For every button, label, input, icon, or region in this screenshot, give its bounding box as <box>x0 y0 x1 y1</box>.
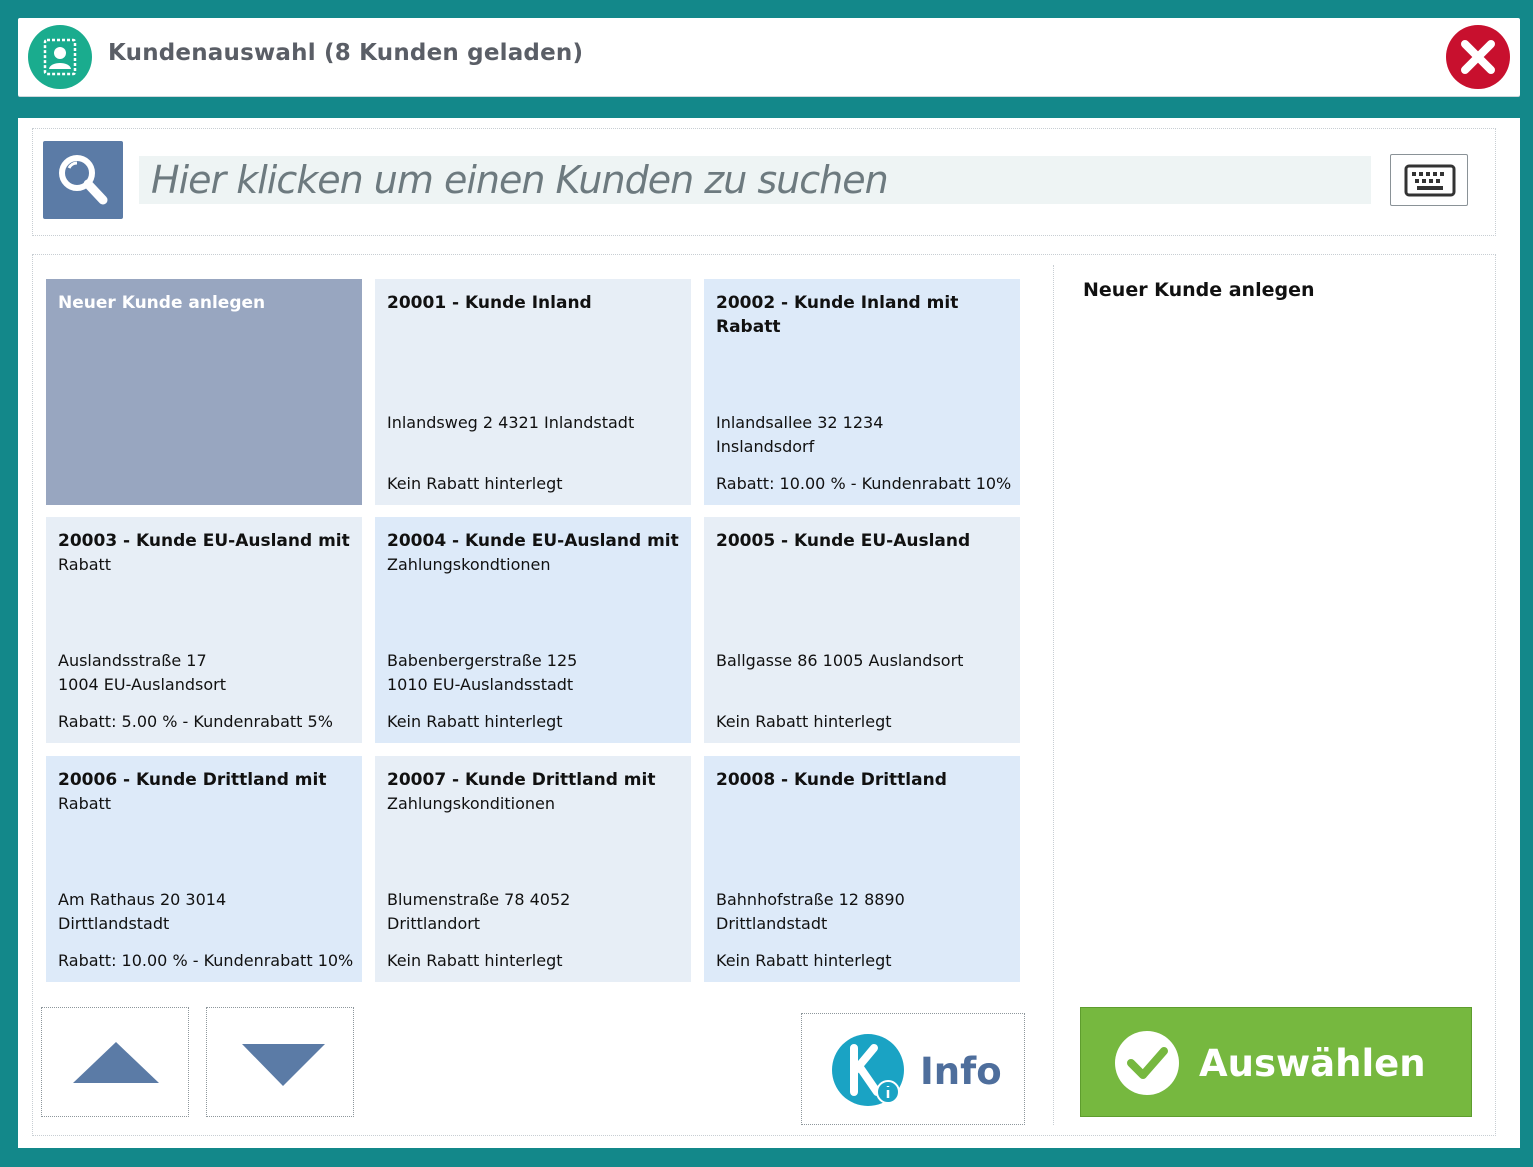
tile-title: 20002 - Kunde Inland mit Rabatt <box>716 293 959 337</box>
new-customer-tile[interactable]: Neuer Kunde anlegen <box>46 279 362 505</box>
scroll-down-button[interactable] <box>206 1007 354 1117</box>
tile-title: 20006 - Kunde Drittland mit <box>58 770 327 790</box>
tile-title-continued: Zahlungskondtionen <box>387 555 551 574</box>
tile-discount: Kein Rabatt hinterlegt <box>387 712 563 731</box>
customer-tile[interactable]: 20007 - Kunde Drittland mit Zahlungskond… <box>375 756 691 982</box>
keyboard-button[interactable] <box>1390 154 1468 206</box>
tile-address: Blumenstraße 78 4052 Drittlandort <box>387 890 571 933</box>
tile-address: Am Rathaus 20 3014 Dirttlandstadt <box>58 890 227 933</box>
search-input[interactable] <box>139 156 1371 204</box>
customer-tile[interactable]: 20005 - Kunde EU-Ausland Ballgasse 86 10… <box>704 517 1020 743</box>
tile-address: Inlandsallee 32 1234 Inslandsdorf <box>716 413 884 456</box>
tile-title: 20007 - Kunde Drittland mit <box>387 770 656 790</box>
customer-tile[interactable]: 20006 - Kunde Drittland mit Rabatt Am Ra… <box>46 756 362 982</box>
customer-tile[interactable]: 20001 - Kunde Inland Inlandsweg 2 4321 I… <box>375 279 691 505</box>
tile-discount: Rabatt: 10.00 % - Kundenrabatt 10% <box>58 951 354 970</box>
tile-title: 20003 - Kunde EU-Ausland mit <box>58 531 350 551</box>
window-title: Kundenauswahl (8 Kunden geladen) <box>108 40 584 66</box>
tile-address: Auslandsstraße 17 1004 EU-Auslandsort <box>58 651 226 694</box>
tile-address: Inlandsweg 2 4321 Inlandstadt <box>387 413 635 432</box>
scroll-up-button[interactable] <box>41 1007 189 1117</box>
tile-title-continued: Rabatt <box>58 555 112 574</box>
tile-title: 20008 - Kunde Drittland <box>716 770 947 790</box>
info-label: Info <box>920 1050 1002 1093</box>
info-button[interactable]: Info <box>801 1013 1025 1125</box>
tile-discount: Rabatt: 10.00 % - Kundenrabatt 10% <box>716 474 1012 493</box>
tile-discount: Kein Rabatt hinterlegt <box>387 951 563 970</box>
select-button[interactable]: Auswählen <box>1080 1007 1472 1117</box>
customer-list-area: Neuer Kunde anlegen 20001 - Kunde Inland… <box>32 254 1496 1136</box>
tile-address: Ballgasse 86 1005 Auslandsort <box>716 651 964 670</box>
search-bar <box>32 128 1496 236</box>
tile-discount: Rabatt: 5.00 % - Kundenrabatt 5% <box>58 712 333 731</box>
close-icon <box>1461 40 1495 74</box>
keyboard-icon <box>1404 164 1456 197</box>
search-button[interactable] <box>43 141 123 219</box>
tile-title: 20001 - Kunde Inland <box>387 293 592 313</box>
tile-title-continued: Zahlungskonditionen <box>387 794 555 813</box>
main-panel: Neuer Kunde anlegen 20001 - Kunde Inland… <box>18 118 1520 1148</box>
tile-title: 20005 - Kunde EU-Ausland <box>716 531 971 551</box>
customer-tile[interactable]: 20004 - Kunde EU-Ausland mit Zahlungskon… <box>375 517 691 743</box>
tile-address: Bahnhofstraße 12 8890 Drittlandstadt <box>716 890 905 933</box>
search-icon <box>59 155 108 205</box>
close-button[interactable] <box>1446 25 1510 89</box>
arrow-up-icon <box>73 1042 159 1083</box>
customer-tile[interactable]: 20003 - Kunde EU-Ausland mit Rabatt Ausl… <box>46 517 362 743</box>
select-label: Auswählen <box>1199 1042 1426 1085</box>
tile-discount: Kein Rabatt hinterlegt <box>387 474 563 493</box>
panel-divider <box>1053 265 1054 1125</box>
arrow-down-icon <box>242 1044 325 1086</box>
tile-title-continued: Rabatt <box>58 794 112 813</box>
tile-discount: Kein Rabatt hinterlegt <box>716 712 892 731</box>
tile-title: 20004 - Kunde EU-Ausland mit <box>387 531 679 551</box>
detail-title: Neuer Kunde anlegen <box>1083 279 1315 301</box>
title-bar: Kundenauswahl (8 Kunden geladen) <box>18 18 1520 96</box>
tile-address: Babenbergerstraße 125 1010 EU-Auslandsst… <box>387 651 578 694</box>
customer-card-icon <box>28 25 92 89</box>
tile-title: Neuer Kunde anlegen <box>58 293 266 313</box>
tile-discount: Kein Rabatt hinterlegt <box>716 951 892 970</box>
customer-tile[interactable]: 20002 - Kunde Inland mit Rabatt Inlandsa… <box>704 279 1020 505</box>
customer-tile[interactable]: 20008 - Kunde Drittland Bahnhofstraße 12… <box>704 756 1020 982</box>
